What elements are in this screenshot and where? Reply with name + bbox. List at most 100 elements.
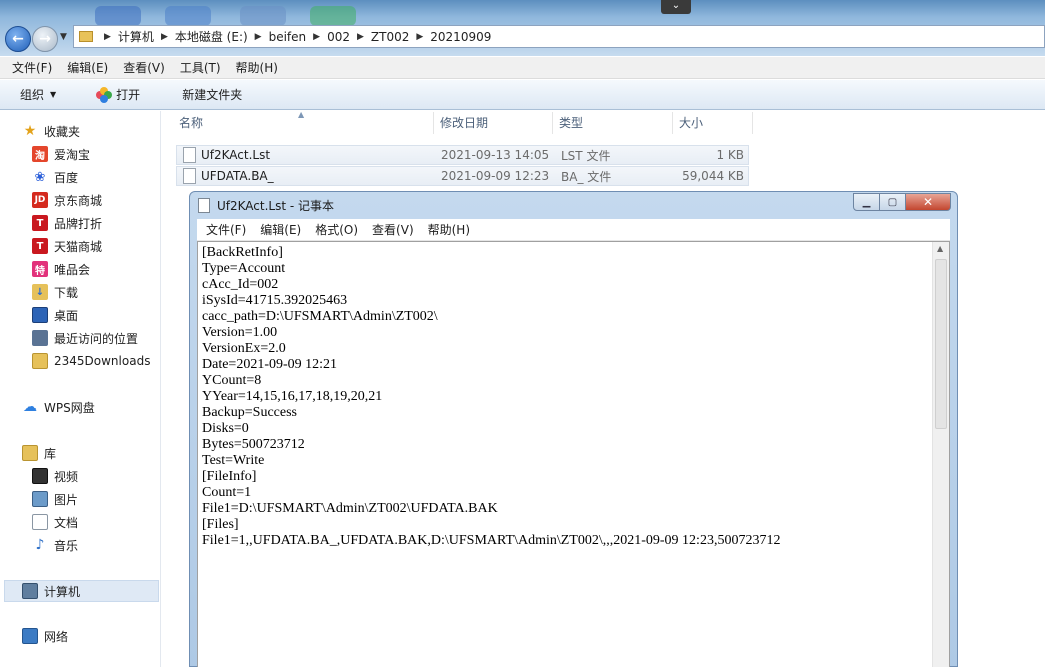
menu-edit[interactable]: 编辑(E) — [67, 59, 108, 76]
sidebar-item-jd[interactable]: JD 京东商城 — [32, 190, 102, 210]
menu-file[interactable]: 文件(F) — [206, 221, 246, 238]
sidebar-item-documents[interactable]: 文档 — [32, 512, 78, 532]
notepad-title: Uf2KAct.Lst - 记事本 — [217, 199, 335, 213]
menu-view[interactable]: 查看(V) — [372, 221, 414, 238]
sidebar-favorites[interactable]: ★ 收藏夹 — [22, 121, 80, 141]
table-row[interactable]: UFDATA.BA_ 2021-09-09 12:23 BA_ 文件 59,04… — [176, 166, 749, 186]
chevron-right-icon[interactable]: ▶ — [313, 32, 320, 42]
breadcrumb-20210909[interactable]: 20210909 — [430, 30, 491, 44]
menu-view[interactable]: 查看(V) — [123, 59, 165, 76]
sidebar-item-music[interactable]: ♪ 音乐 — [32, 535, 78, 555]
scrollbar-thumb[interactable] — [935, 259, 947, 429]
file-size: 1 KB — [716, 148, 744, 162]
sidebar-item-desktop[interactable]: 桌面 — [32, 305, 78, 325]
vip-icon: 特 — [32, 261, 48, 277]
back-button[interactable]: ← — [5, 26, 31, 52]
menu-format[interactable]: 格式(O) — [315, 221, 358, 238]
sidebar-item-label: 百度 — [54, 170, 79, 185]
forward-button[interactable]: → — [32, 26, 58, 52]
sidebar-network[interactable]: 网络 — [22, 626, 68, 646]
sidebar-item-label: 计算机 — [44, 584, 81, 599]
menu-help[interactable]: 帮助(H) — [428, 221, 470, 238]
sidebar-item-label: 文档 — [54, 515, 79, 530]
open-button[interactable]: 打开 — [96, 86, 140, 103]
menu-file[interactable]: 文件(F) — [12, 59, 52, 76]
notepad-content[interactable]: [BackRetInfo] Type=Account cAcc_Id=002 i… — [202, 245, 780, 549]
sidebar-item-downloads[interactable]: ↓ 下载 — [32, 282, 78, 302]
menu-edit[interactable]: 编辑(E) — [260, 221, 301, 238]
sidebar-item-label: 最近访问的位置 — [54, 331, 139, 346]
breadcrumb-drive-e[interactable]: 本地磁盘 (E:) — [175, 28, 248, 45]
breadcrumb-beifen[interactable]: beifen — [269, 30, 307, 44]
minimize-button[interactable]: ▁ — [853, 193, 880, 211]
desktop-icon-blur-3 — [240, 6, 286, 26]
chevron-right-icon[interactable]: ▶ — [255, 32, 262, 42]
sidebar-item-label: 2345Downloads — [54, 354, 151, 368]
open-label: 打开 — [116, 88, 141, 102]
sidebar-library[interactable]: 库 — [22, 443, 56, 463]
notepad-text-area[interactable]: [BackRetInfo] Type=Account cAcc_Id=002 i… — [197, 241, 950, 667]
navigation-pane: ★ 收藏夹 淘 爱淘宝 ❀ 百度 JD 京东商城 T 品牌打折 T 天猫商城 特… — [0, 111, 161, 667]
sidebar-item-recent[interactable]: 最近访问的位置 — [32, 328, 138, 348]
window-controls: ▁ ▢ ✕ — [853, 193, 951, 211]
sidebar-item-videos[interactable]: 视频 — [32, 466, 78, 486]
breadcrumb-zt002[interactable]: ZT002 — [371, 30, 409, 44]
maximize-button[interactable]: ▢ — [880, 193, 906, 211]
sidebar-item-label: 图片 — [54, 492, 79, 507]
star-icon: ★ — [23, 123, 37, 139]
close-button[interactable]: ✕ — [906, 193, 951, 211]
sidebar-item-label: 音乐 — [54, 538, 79, 553]
sidebar-item-label: 爱淘宝 — [54, 147, 91, 162]
address-bar[interactable]: ▶ 计算机 ▶ 本地磁盘 (E:) ▶ beifen ▶ 002 ▶ ZT002… — [73, 25, 1045, 48]
file-name: UFDATA.BA_ — [201, 169, 274, 183]
menu-help[interactable]: 帮助(H) — [236, 59, 278, 76]
column-header-size[interactable]: 大小 — [673, 112, 753, 134]
file-icon — [183, 147, 196, 163]
notepad-icon — [198, 198, 210, 213]
taobao-icon: 淘 — [32, 146, 48, 162]
history-dropdown-icon[interactable]: ▼ — [60, 32, 67, 42]
sidebar-computer[interactable]: 计算机 — [22, 581, 80, 601]
column-header-date[interactable]: 修改日期 — [434, 112, 553, 134]
collapse-tab[interactable]: ⌄ — [661, 0, 691, 14]
file-date: 2021-09-09 12:23 — [441, 169, 550, 183]
file-name: Uf2KAct.Lst — [201, 148, 271, 162]
desktop-icon — [32, 307, 48, 323]
sidebar-item-pictures[interactable]: 图片 — [32, 489, 78, 509]
sidebar-item-tmall[interactable]: T 天猫商城 — [32, 236, 102, 256]
breadcrumb-002[interactable]: 002 — [327, 30, 350, 44]
breadcrumb-computer[interactable]: 计算机 — [118, 28, 154, 45]
chevron-right-icon[interactable]: ▶ — [161, 32, 168, 42]
file-type: LST 文件 — [561, 148, 611, 163]
sidebar-item-aitaobao[interactable]: 淘 爱淘宝 — [32, 144, 90, 164]
sidebar-wps-cloud[interactable]: ☁ WPS网盘 — [22, 397, 95, 417]
cloud-icon: ☁ — [23, 399, 37, 415]
scroll-up-icon[interactable]: ▲ — [937, 244, 943, 253]
sidebar-item-brand-discount[interactable]: T 品牌打折 — [32, 213, 102, 233]
sidebar-item-label: 收藏夹 — [44, 124, 81, 139]
file-icon — [183, 168, 196, 184]
vertical-scrollbar[interactable]: ▲ — [932, 242, 949, 667]
sidebar-item-baidu[interactable]: ❀ 百度 — [32, 167, 78, 187]
column-header-type[interactable]: 类型 — [553, 112, 673, 134]
new-folder-button[interactable]: 新建文件夹 — [182, 86, 242, 103]
baidu-paw-icon: ❀ — [32, 169, 48, 185]
sidebar-item-label: 下载 — [54, 285, 79, 300]
chevron-right-icon[interactable]: ▶ — [104, 32, 111, 42]
folder-icon — [32, 353, 48, 369]
chevron-right-icon[interactable]: ▶ — [357, 32, 364, 42]
sidebar-item-vip[interactable]: 特 唯品会 — [32, 259, 90, 279]
sidebar-item-2345downloads[interactable]: 2345Downloads — [32, 351, 150, 371]
chevron-right-icon[interactable]: ▶ — [416, 32, 423, 42]
document-icon — [32, 514, 48, 530]
sidebar-item-label: 桌面 — [54, 308, 79, 323]
network-icon — [22, 628, 38, 644]
computer-icon — [22, 583, 38, 599]
table-row[interactable]: Uf2KAct.Lst 2021-09-13 14:05 LST 文件 1 KB — [176, 145, 749, 165]
column-header-name[interactable]: 名称 — [173, 112, 434, 134]
menu-tools[interactable]: 工具(T) — [180, 59, 221, 76]
new-folder-label: 新建文件夹 — [182, 88, 243, 102]
file-type: BA_ 文件 — [561, 169, 612, 184]
organize-button[interactable]: 组织 ▼ — [20, 86, 56, 103]
notepad-titlebar[interactable]: Uf2KAct.Lst - 记事本 — [198, 197, 334, 214]
